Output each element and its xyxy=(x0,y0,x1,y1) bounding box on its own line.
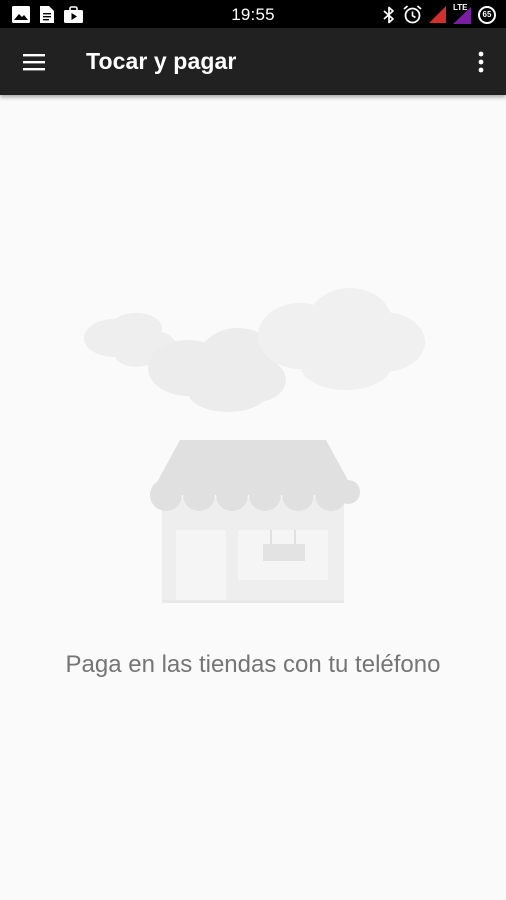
more-options-button[interactable] xyxy=(466,42,496,82)
store-sign xyxy=(263,544,305,561)
navigation-menu-button[interactable] xyxy=(14,42,54,82)
cellular-signal-icon xyxy=(429,6,446,23)
battery-icon: 65 xyxy=(478,5,496,24)
status-bar: 19:55 LTE 65 xyxy=(0,0,506,28)
app-bar: Tocar y pagar xyxy=(0,28,506,95)
system-icons: LTE 65 xyxy=(382,3,496,24)
battery-level: 65 xyxy=(482,10,492,19)
clouds xyxy=(84,288,425,412)
more-vert-icon xyxy=(478,51,484,73)
network-type-label: LTE xyxy=(453,3,468,12)
page-title: Tocar y pagar xyxy=(86,48,237,74)
bluetooth-icon xyxy=(383,6,394,23)
hamburger-menu-icon xyxy=(23,54,45,71)
empty-state-message: Paga en las tiendas con tu teléfono xyxy=(65,651,441,678)
store xyxy=(150,440,360,603)
store-door xyxy=(176,530,226,602)
store-with-clouds-illustration xyxy=(84,288,425,603)
ground xyxy=(162,600,344,603)
lte-signal-icon: LTE xyxy=(453,3,471,24)
alarm-icon xyxy=(403,5,422,24)
